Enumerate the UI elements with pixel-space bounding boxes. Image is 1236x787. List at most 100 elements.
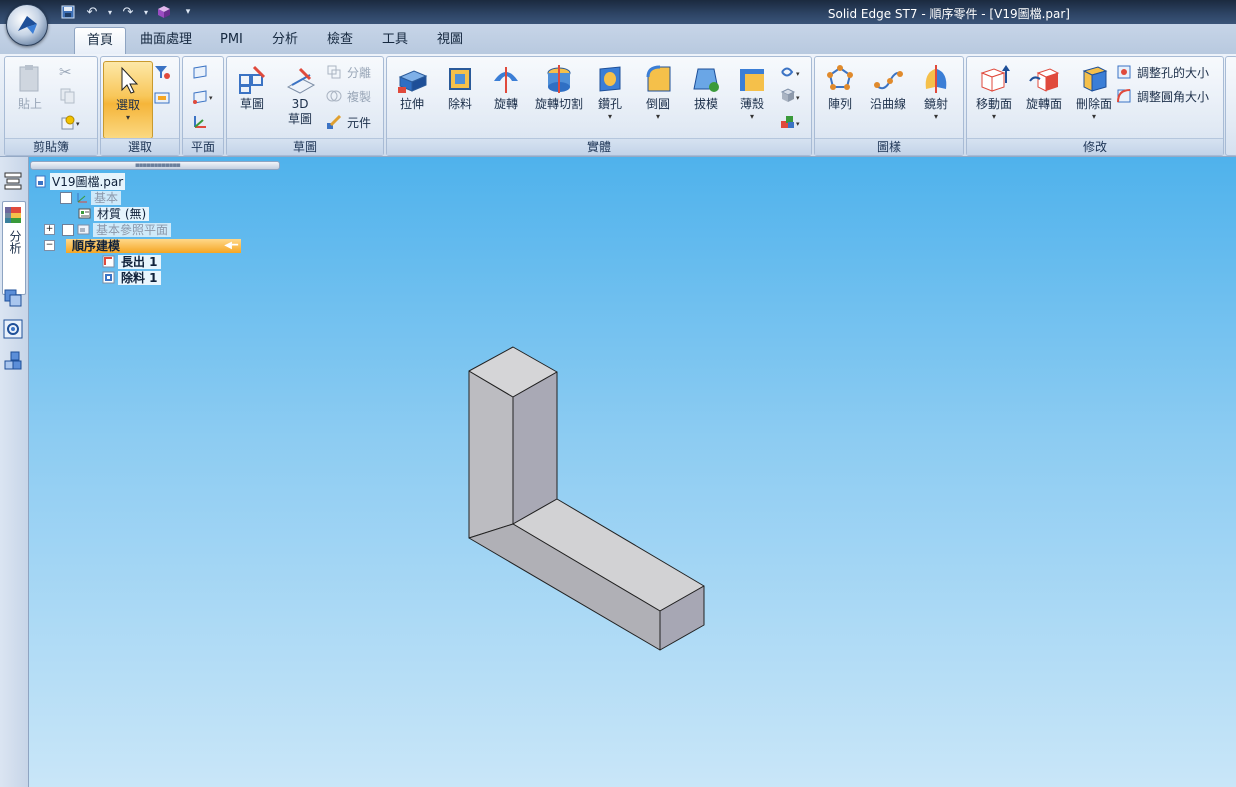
svg-text:▾: ▾ <box>796 70 800 78</box>
pathfinder-icon[interactable] <box>3 171 23 191</box>
resize-hole-icon <box>1115 63 1133 81</box>
tab-inspect[interactable]: 分析 <box>260 27 310 54</box>
sketch-icon <box>239 65 266 94</box>
extrude-button[interactable]: 拉伸 <box>389 61 435 135</box>
solids-group: 拉伸 除料 旋轉 旋轉切割 鑽孔 ▾ 倒圓 ▾ 拔模 薄殼 ▾ ▾ ▾ ▾ 實體 <box>386 56 812 156</box>
tab-view[interactable]: 視圖 <box>425 27 475 54</box>
collapse-icon[interactable]: − <box>44 240 55 251</box>
tree-item-base[interactable]: 基本 <box>60 190 122 205</box>
clipboard-group-label: 剪貼簿 <box>5 138 97 155</box>
mirror-button[interactable]: 鏡射 ▾ <box>913 61 959 135</box>
delete-face-button[interactable]: 刪除面 ▾ <box>1069 61 1119 135</box>
plane-group-label: 平面 <box>183 138 223 155</box>
part-cube-icon[interactable] <box>154 3 174 21</box>
pathfinder-splitter[interactable]: ▪▪▪▪▪▪▪▪▪▪▪▪ <box>30 161 280 170</box>
resize-round-button[interactable]: 調整圓角大小 <box>1115 85 1209 107</box>
undo-dropdown-icon[interactable]: ▾ <box>106 3 114 21</box>
model-column-front-face <box>468 370 514 539</box>
hole-button[interactable]: 鑽孔 ▾ <box>587 61 633 135</box>
tree-item-reference-planes[interactable]: + 基本參照平面 <box>44 222 172 237</box>
layers-icon[interactable] <box>3 287 23 307</box>
tab-pmi[interactable]: PMI <box>208 27 255 54</box>
analysis-panel-tab[interactable]: 分析 <box>2 201 26 295</box>
paste-special-icon: ▾ <box>59 113 80 131</box>
curve-pattern-icon <box>874 71 903 90</box>
paste-special-button[interactable]: ▾ <box>59 111 80 133</box>
clipboard-group: 貼上 ✂ ▾ 剪貼簿 <box>4 56 98 156</box>
cutout-icon <box>449 68 471 90</box>
resize-hole-button[interactable]: 調整孔的大小 <box>1115 61 1209 83</box>
svg-text:▾: ▾ <box>796 94 800 102</box>
tree-item-ordered[interactable]: − 順序建模 ◀━ <box>44 238 241 253</box>
copy-sketch-button[interactable]: 複製 <box>325 85 371 107</box>
tab-surfacing[interactable]: 曲面處理 <box>128 27 204 54</box>
coordinate-system-button[interactable] <box>191 111 209 133</box>
sketch-button[interactable]: 草圖 <box>229 61 275 135</box>
normal-feature-button[interactable]: ▾ <box>779 85 800 107</box>
customize-qat-icon[interactable]: ▾ <box>178 3 198 21</box>
select-group-label: 選取 <box>101 138 179 155</box>
cutout-button[interactable]: 除料 <box>437 61 483 135</box>
tree-item-protrusion[interactable]: 長出 1 <box>102 254 161 269</box>
pattern-group-label: 圖樣 <box>815 138 963 155</box>
expand-icon[interactable]: + <box>44 224 55 235</box>
pattern-group: 陣列 沿曲線 鏡射 ▾ 圖樣 <box>814 56 964 156</box>
rotate-face-button[interactable]: 旋轉面 <box>1019 61 1069 135</box>
split-button[interactable]: 分離 <box>325 61 371 83</box>
sensors-icon[interactable] <box>3 319 23 339</box>
coincident-plane-button[interactable] <box>191 61 209 83</box>
thin-wall-icon <box>740 69 764 91</box>
pattern-along-curve-button[interactable]: 沿曲線 <box>865 61 911 135</box>
relationships-icon[interactable] <box>3 351 23 371</box>
mirror-icon <box>925 65 947 93</box>
paste-button[interactable]: 貼上 <box>7 61 53 135</box>
draft-button[interactable]: 拔模 <box>683 61 729 135</box>
add-body-button[interactable]: ▾ <box>779 111 800 133</box>
svg-text:▾: ▾ <box>796 120 800 128</box>
model-column-side-face <box>512 371 558 525</box>
redo-icon[interactable]: ↷ <box>118 3 138 21</box>
part-document-icon <box>34 175 47 188</box>
3d-sketch-icon <box>286 67 316 94</box>
select-button[interactable]: 選取 ▾ <box>103 61 153 139</box>
save-icon[interactable] <box>58 3 78 21</box>
pattern-button[interactable]: 陣列 <box>817 61 863 135</box>
rollback-marker-icon[interactable]: ◀━ <box>224 239 238 253</box>
cut-button[interactable]: ✂ <box>59 61 77 83</box>
sketch-group-label: 草圖 <box>227 138 383 155</box>
tree-root[interactable]: V19圖檔.par <box>34 173 126 190</box>
redo-dropdown-icon[interactable]: ▾ <box>142 3 150 21</box>
tree-item-material[interactable]: 材質 (無) <box>78 206 150 221</box>
svg-text:▾: ▾ <box>76 120 80 128</box>
thin-wall-button[interactable]: 薄殼 ▾ <box>729 61 775 135</box>
cursor-arrow-icon <box>121 66 139 94</box>
visibility-checkbox[interactable] <box>60 191 72 204</box>
3d-sketch-button[interactable]: 3D 草圖 <box>277 61 323 135</box>
coordinate-system-icon <box>191 113 209 131</box>
select-filter-button[interactable] <box>153 61 171 83</box>
tab-home[interactable]: 首頁 <box>74 27 127 55</box>
undo-icon[interactable]: ↶ <box>82 3 102 21</box>
grip-icon: ▪▪▪▪▪▪▪▪▪▪▪▪ <box>135 161 181 169</box>
angled-plane-button[interactable]: ▾ <box>191 85 213 107</box>
move-face-icon <box>980 65 1010 92</box>
copy-icon <box>59 87 77 105</box>
copy-clipboard-button[interactable] <box>59 85 77 107</box>
selection-manager-button[interactable] <box>153 87 171 109</box>
visibility-checkbox[interactable] <box>62 223 74 236</box>
revolve-button[interactable]: 旋轉 <box>483 61 529 135</box>
move-face-button[interactable]: 移動面 ▾ <box>969 61 1019 135</box>
split-icon <box>325 63 343 81</box>
revolve-cut-button[interactable]: 旋轉切割 <box>531 61 587 135</box>
tree-item-cutout[interactable]: 除料 1 <box>102 270 161 285</box>
tab-tools[interactable]: 工具 <box>370 27 420 54</box>
helix-button[interactable]: ▾ <box>779 61 800 83</box>
application-menu-button[interactable] <box>6 4 48 46</box>
analysis-color-icon <box>5 207 21 223</box>
base-coordinate-icon <box>75 191 88 204</box>
tab-evaluate[interactable]: 檢查 <box>315 27 365 54</box>
solids-group-label: 實體 <box>387 138 811 155</box>
pattern-icon <box>827 65 853 90</box>
component-button[interactable]: 元件 <box>325 111 371 133</box>
round-button[interactable]: 倒圓 ▾ <box>635 61 681 135</box>
